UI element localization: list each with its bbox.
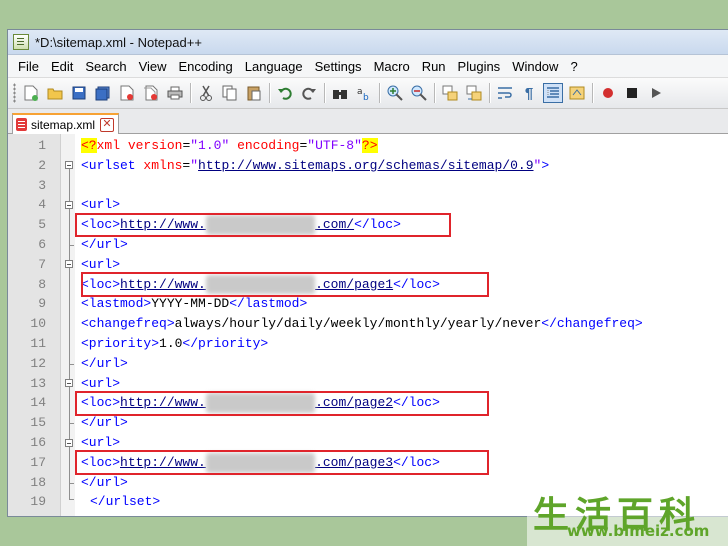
code-line-12: </url>: [81, 355, 128, 371]
menu-plugins[interactable]: Plugins: [452, 59, 507, 74]
playback-macro-icon[interactable]: [646, 83, 666, 103]
record-macro-icon[interactable]: [598, 83, 618, 103]
replace-icon[interactable]: ab: [354, 83, 374, 103]
code-line-11: <priority>1.0</priority>: [81, 336, 269, 351]
close-file-icon[interactable]: [117, 83, 137, 103]
word-wrap-icon[interactable]: [495, 83, 515, 103]
menu-file[interactable]: File: [12, 59, 45, 74]
toolbar-separator: [434, 83, 435, 103]
toolbar-separator: [592, 83, 593, 103]
sync-horizontal-icon[interactable]: [464, 83, 484, 103]
watermark: 生活百科 www.bimeiz.com: [527, 486, 728, 546]
toolbar-separator: [379, 83, 380, 103]
zoom-out-icon[interactable]: [409, 83, 429, 103]
menu-run[interactable]: Run: [416, 59, 452, 74]
code-line-1: <?xml version="1.0" encoding="UTF-8"?>: [81, 138, 378, 153]
tab-bar: sitemap.xml ✕: [8, 109, 728, 134]
toolbar: ab ¶: [8, 77, 728, 109]
save-all-icon[interactable]: [93, 83, 113, 103]
menu-edit[interactable]: Edit: [45, 59, 79, 74]
menu-settings[interactable]: Settings: [309, 59, 368, 74]
window-title: *D:\sitemap.xml - Notepad++: [35, 34, 202, 50]
find-icon[interactable]: [330, 83, 350, 103]
code-line-18: </url>: [81, 474, 128, 490]
show-all-characters-icon[interactable]: ¶: [519, 83, 539, 103]
code-line-10: <changefreq>always/hourly/daily/weekly/m…: [81, 316, 643, 332]
watermark-url: www.bimeiz.com: [567, 522, 710, 540]
notepad-app-icon: [13, 34, 29, 50]
paste-icon[interactable]: [244, 83, 264, 103]
toolbar-separator: [190, 83, 191, 103]
menu-bar: File Edit Search View Encoding Language …: [8, 55, 728, 77]
toolbar-separator: [324, 83, 325, 103]
undo-icon[interactable]: [275, 83, 295, 103]
copy-icon[interactable]: [220, 83, 240, 103]
highlight-box-line-17: [75, 450, 489, 475]
code-line-2: <urlset xmlns="http://www.sitemaps.org/s…: [81, 157, 550, 173]
line-number: 3: [38, 177, 46, 193]
save-icon[interactable]: [69, 83, 89, 103]
code-line-15: </url>: [81, 415, 128, 431]
highlight-box-line-5: [75, 213, 451, 237]
highlight-box-line-8: [81, 272, 489, 297]
tab-sitemap-xml[interactable]: sitemap.xml ✕: [12, 113, 120, 134]
tab-close-icon[interactable]: ✕: [100, 117, 115, 132]
toolbar-grip[interactable]: [13, 83, 16, 103]
sync-vertical-icon[interactable]: [440, 83, 460, 103]
sitemap-schema-link[interactable]: http://www.sitemaps.org/schemas/sitemap/…: [198, 158, 533, 173]
unsaved-file-icon: [16, 118, 27, 131]
code-line-19: </urlset>: [90, 494, 161, 510]
menu-help[interactable]: ?: [564, 59, 583, 74]
print-icon[interactable]: [165, 83, 185, 103]
indent-guide-icon[interactable]: [543, 83, 563, 103]
tab-label: sitemap.xml: [31, 117, 96, 132]
title-bar: *D:\sitemap.xml - Notepad++: [8, 30, 728, 55]
code-line-9: <lastmod>YYYY-MM-DD</lastmod>: [81, 296, 308, 312]
svg-text:a: a: [357, 87, 363, 97]
menu-encoding[interactable]: Encoding: [173, 59, 239, 74]
menu-language[interactable]: Language: [239, 59, 309, 74]
menu-macro[interactable]: Macro: [368, 59, 416, 74]
user-defined-language-icon[interactable]: [567, 83, 587, 103]
menu-window[interactable]: Window: [506, 59, 564, 74]
highlight-box-line-14: [75, 391, 489, 416]
code-line-6: </url>: [81, 237, 128, 252]
close-all-icon[interactable]: [141, 83, 161, 103]
redo-icon[interactable]: [299, 83, 319, 103]
notepad-window: *D:\sitemap.xml - Notepad++ File Edit Se…: [7, 29, 728, 517]
cut-icon[interactable]: [196, 83, 216, 103]
menu-search[interactable]: Search: [79, 59, 132, 74]
new-file-icon[interactable]: [21, 83, 41, 103]
toolbar-separator: [269, 83, 270, 103]
zoom-in-icon[interactable]: [385, 83, 405, 103]
text-editor[interactable]: 1 2 3 4 5 6 7 8 9 10 11 12 13 14 15 16 1…: [8, 134, 728, 516]
menu-view[interactable]: View: [133, 59, 173, 74]
stop-recording-icon[interactable]: [622, 83, 642, 103]
open-file-icon[interactable]: [45, 83, 65, 103]
toolbar-separator: [489, 83, 490, 103]
svg-text:b: b: [363, 93, 369, 101]
